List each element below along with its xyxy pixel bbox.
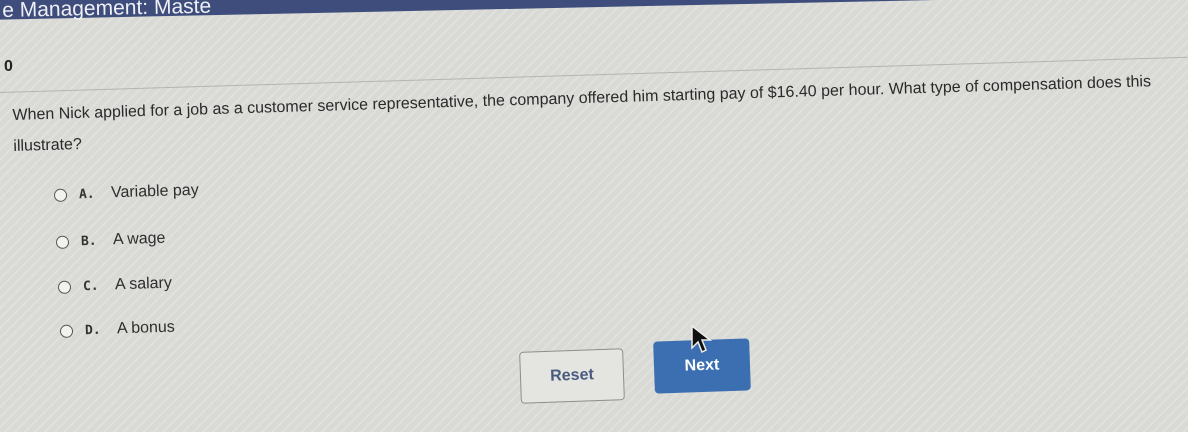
radio-button[interactable] [59, 324, 74, 338]
mouse-cursor-icon [691, 324, 713, 354]
radio-button[interactable] [53, 188, 68, 202]
option-letter: B. [80, 233, 97, 249]
option-letter: D. [84, 322, 101, 338]
radio-button[interactable] [57, 280, 72, 294]
reset-button[interactable]: Reset [519, 348, 625, 404]
question-text: When Nick applied for a job as a custome… [12, 73, 1152, 155]
option-label: Variable pay [110, 181, 199, 202]
radio-button[interactable] [55, 235, 70, 249]
option-a[interactable]: A. Variable pay [53, 181, 199, 204]
quiz-screen: e Management: Maste 0 When Nick applied … [0, 0, 1188, 432]
option-letter: A. [78, 186, 95, 202]
option-letter: C. [82, 278, 99, 294]
option-label: A wage [112, 229, 166, 249]
option-label: A salary [114, 274, 173, 294]
option-label: A bonus [116, 318, 176, 338]
question-number: 0 [4, 58, 13, 75]
header-title: e Management: Maste [1, 0, 212, 22]
option-d[interactable]: D. A bonus [59, 318, 176, 340]
option-b[interactable]: B. A wage [55, 229, 166, 251]
option-c[interactable]: C. A salary [57, 274, 173, 296]
